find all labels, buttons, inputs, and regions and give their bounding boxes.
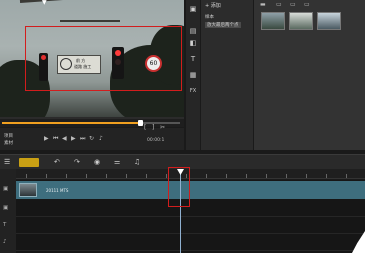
play-icon[interactable]: ▶: [44, 135, 49, 143]
video-clip[interactable]: 20111 MTS: [16, 181, 365, 199]
home-icon[interactable]: ⏮: [53, 135, 58, 143]
library-folder-list: + 添加 样本 放大最后两个点: [201, 0, 253, 150]
redo-icon[interactable]: ↷: [74, 158, 80, 167]
timeline-view-button[interactable]: [19, 158, 39, 167]
folder-icon[interactable]: ▬: [260, 1, 266, 9]
signal-arm: [60, 20, 120, 22]
library-thumbnails: ▬ ▭ ▭ ▭: [254, 0, 365, 150]
transition-icon[interactable]: ◧: [188, 38, 198, 48]
storyboard-view-icon[interactable]: ☰: [4, 158, 10, 167]
scrub-handle[interactable]: [138, 120, 143, 126]
media-icon[interactable]: ▣: [188, 4, 198, 14]
add-folder-label: 添加: [210, 3, 221, 9]
audio-filter-icon[interactable]: ▭: [304, 1, 310, 9]
repeat-icon[interactable]: ↻: [89, 135, 94, 143]
library-rail: ▣ ▤ ◧ T ▦ FX: [186, 0, 200, 150]
volume-icon[interactable]: ♪: [99, 135, 103, 143]
mark-out-icon[interactable]: ]: [152, 124, 154, 132]
mixer-icon[interactable]: ⚌: [114, 158, 120, 167]
folder-item-sample[interactable]: 样本: [205, 14, 214, 20]
preview-panel: 前 方 道路 施工 60 ▼: [0, 0, 184, 127]
media-thumbnail[interactable]: [289, 12, 313, 30]
track-headers: ▣ ▣ T ♪: [0, 169, 16, 253]
overlay-track-icon[interactable]: ▣: [3, 205, 8, 211]
next-frame-icon[interactable]: ▶: [71, 135, 76, 143]
graphic-icon[interactable]: ▦: [188, 70, 198, 80]
audio-lane[interactable]: [16, 234, 365, 251]
playhead-highlight-box: [168, 167, 190, 207]
record-icon[interactable]: ◉: [94, 158, 100, 167]
voice-track-icon[interactable]: ♪: [3, 239, 7, 245]
video-filter-icon[interactable]: ▭: [276, 1, 282, 9]
clip-name: 20111 MTS: [46, 188, 69, 193]
mark-in-icon[interactable]: [: [144, 124, 146, 132]
prev-frame-icon[interactable]: ◀: [62, 135, 67, 143]
track-area: 20111 MTS: [16, 180, 365, 253]
media-thumbnail[interactable]: [261, 12, 285, 30]
scrub-progress: [2, 122, 142, 124]
add-folder-button[interactable]: + 添加: [205, 2, 221, 9]
title-lane[interactable]: [16, 217, 365, 234]
undo-icon[interactable]: ↶: [54, 158, 60, 167]
highlight-box: [25, 26, 182, 91]
timecode[interactable]: 00:00:1: [147, 137, 164, 145]
auto-music-icon[interactable]: ♫: [134, 158, 140, 167]
project-mode-label[interactable]: 项目: [4, 133, 13, 139]
folder-item-selected[interactable]: 放大最后两个点: [205, 22, 241, 28]
wire: [19, 0, 140, 3]
end-icon[interactable]: ⏭: [80, 135, 85, 143]
fx-icon[interactable]: FX: [188, 86, 198, 96]
scrubber[interactable]: [0, 119, 184, 127]
photo-filter-icon[interactable]: ▭: [290, 1, 296, 9]
title-icon[interactable]: T: [188, 54, 198, 64]
playhead-top-marker[interactable]: ▼: [42, 0, 47, 6]
clip-thumbnail: [19, 183, 37, 197]
overlay-lane[interactable]: [16, 200, 365, 217]
video-editor-window: 前 方 道路 施工 60 ▼ 项目 素材 ▶ ⏮ ◀ ▶ ⏭ ↻ ♪ [ ] ✂: [0, 0, 365, 253]
title-track-icon[interactable]: T: [3, 222, 6, 228]
clip-mode-label[interactable]: 素材: [4, 140, 13, 146]
playback-controls: 项目 素材 ▶ ⏮ ◀ ▶ ⏭ ↻ ♪ [ ] ✂ 00:00:1: [0, 124, 184, 150]
instant-project-icon[interactable]: ▤: [188, 26, 198, 36]
split-icon[interactable]: ✂: [160, 124, 165, 132]
timeline-ruler[interactable]: [16, 169, 365, 179]
video-track-icon[interactable]: ▣: [3, 186, 8, 192]
media-thumbnail[interactable]: [317, 12, 341, 30]
